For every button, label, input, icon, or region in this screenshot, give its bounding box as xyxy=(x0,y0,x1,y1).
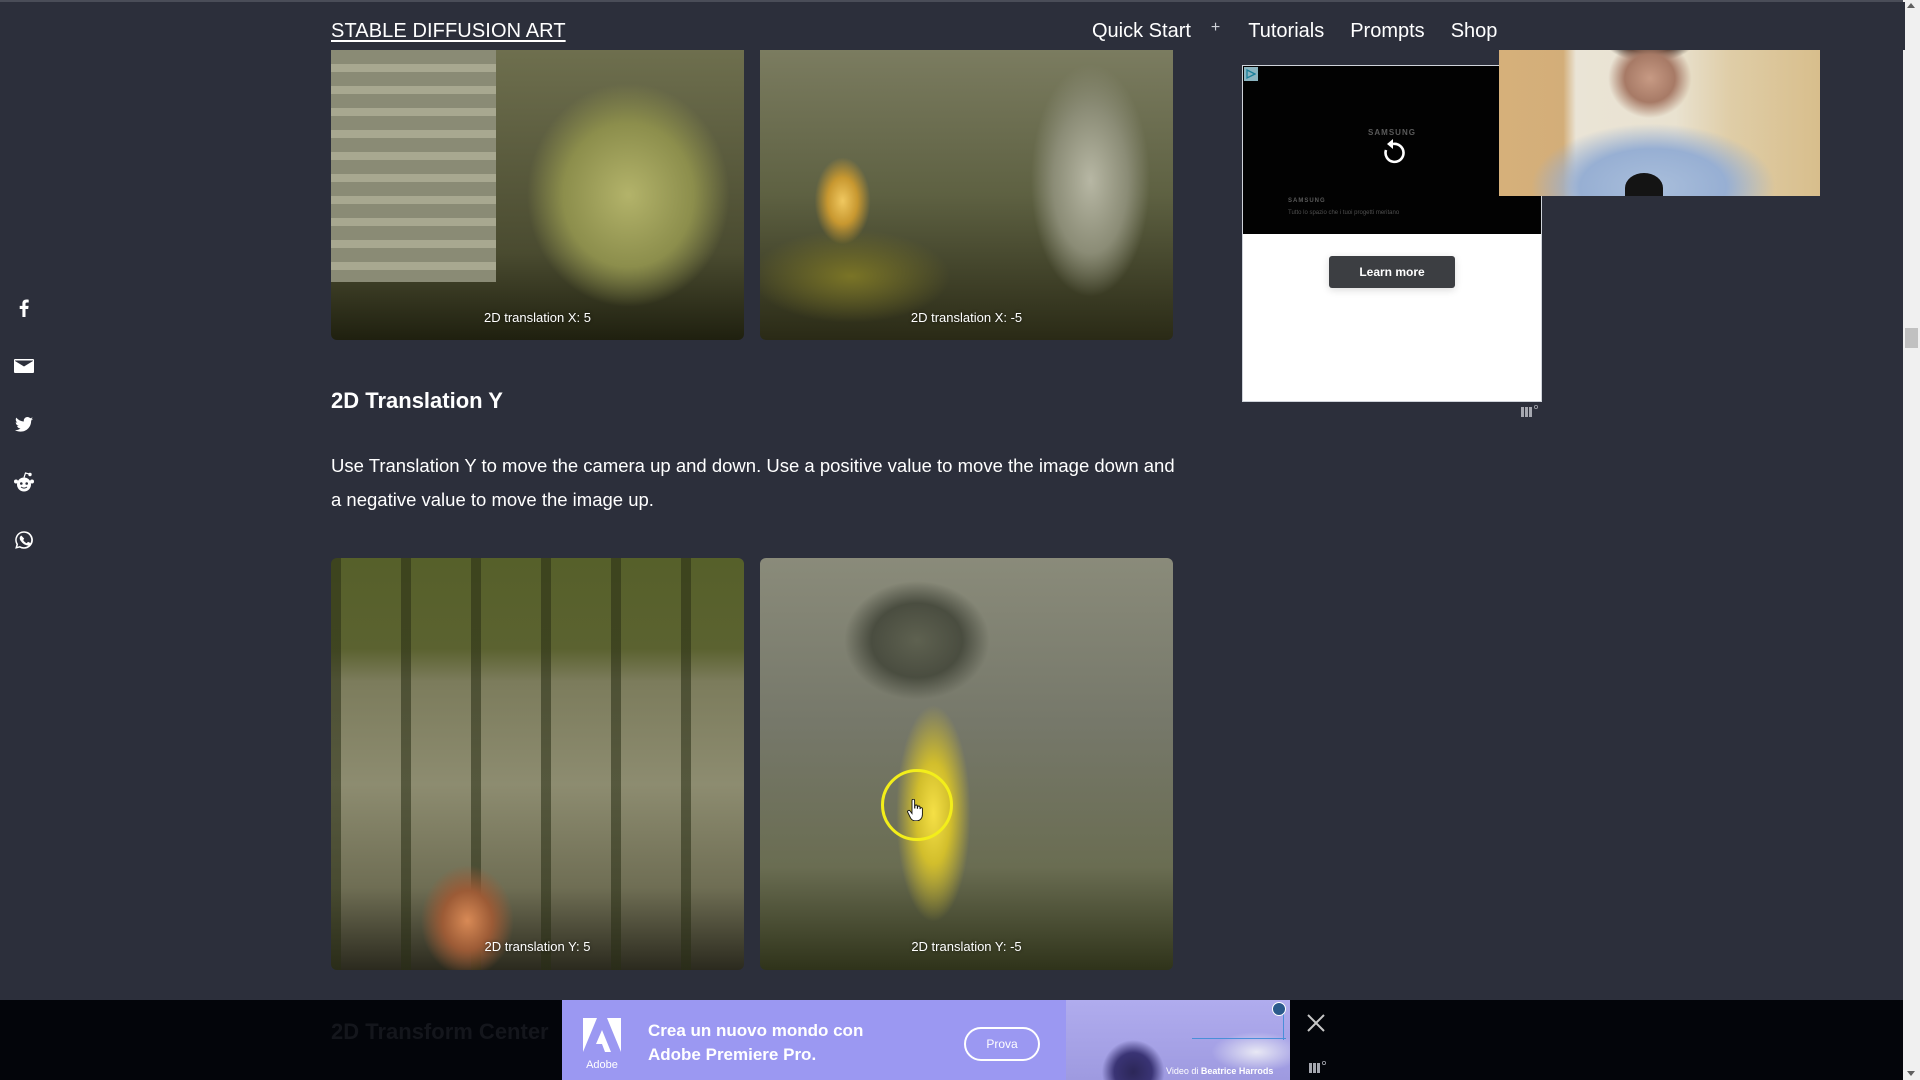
article-content: 2D translation X: 5 2D translation X: -5… xyxy=(331,50,1173,970)
adobe-ad-headline: Crea un nuovo mondo con Adobe Premiere P… xyxy=(648,1019,863,1067)
credit-name: Beatrice Harrods xyxy=(1200,1066,1274,1076)
ad-privacy-badge-icon[interactable] xyxy=(1272,1002,1286,1016)
share-facebook-button[interactable] xyxy=(10,294,38,322)
adobe-ad-image: Video di Beatrice Harrods xyxy=(1066,1000,1290,1080)
image-caption: 2D translation X: 5 xyxy=(484,310,591,325)
image-caption: 2D translation Y: -5 xyxy=(911,939,1022,954)
share-whatsapp-button[interactable] xyxy=(10,526,38,554)
microphone xyxy=(1625,173,1663,196)
adobe-ad-line2: Adobe Premiere Pro. xyxy=(648,1045,817,1064)
twitter-icon xyxy=(15,416,33,432)
nav-expand-icon[interactable]: + xyxy=(1211,19,1220,37)
scroll-thumb[interactable] xyxy=(1905,328,1918,348)
close-ad-icon[interactable] xyxy=(1306,1013,1326,1033)
scroll-up-arrow-icon[interactable] xyxy=(1907,3,1915,8)
page-scrollbar[interactable] xyxy=(1903,0,1920,1080)
ad-network-logo-icon xyxy=(1521,404,1538,417)
nav-shop[interactable]: Shop xyxy=(1451,20,1498,43)
ad-brand-small: SAMSUNG xyxy=(1288,198,1326,204)
credit-prefix: Video di xyxy=(1166,1066,1199,1076)
email-icon xyxy=(14,359,34,373)
ad-brand-logo: SAMSUNG xyxy=(1368,128,1416,137)
learn-more-button[interactable]: Learn more xyxy=(1329,256,1455,288)
adobe-logo-icon xyxy=(583,1018,621,1052)
gallery-image[interactable]: 2D translation Y: -5 xyxy=(760,558,1173,970)
adobe-ad-line1: Crea un nuovo mondo con xyxy=(648,1021,864,1040)
share-email-button[interactable] xyxy=(10,352,38,380)
ad-choices-icon[interactable] xyxy=(1244,67,1258,81)
site-title-link[interactable]: STABLE DIFFUSION ART xyxy=(331,20,566,43)
next-section-heading: 2D Transform Center xyxy=(331,1019,549,1044)
image-caption: 2D translation Y: 5 xyxy=(484,939,591,954)
share-reddit-button[interactable] xyxy=(10,468,38,496)
ad-video-player[interactable]: SAMSUNG SAMSUNG Tutto lo spazio che i tu… xyxy=(1243,66,1541,234)
section-heading: 2D Translation Y xyxy=(331,388,503,413)
section-paragraph: Use Translation Y to move the camera up … xyxy=(331,455,1175,510)
nav-tutorials[interactable]: Tutorials xyxy=(1248,20,1324,43)
hand-pointer-cursor-icon xyxy=(907,799,923,821)
social-share-bar xyxy=(10,294,38,584)
adobe-wordmark: Adobe xyxy=(586,1059,618,1071)
main-nav: Quick Start + Tutorials Prompts Shop xyxy=(1092,19,1498,43)
gallery-image[interactable]: 2D translation X: 5 xyxy=(331,50,744,340)
share-twitter-button[interactable] xyxy=(10,410,38,438)
selection-line xyxy=(1192,1038,1286,1039)
whatsapp-icon xyxy=(15,531,33,549)
gallery-image[interactable]: 2D translation X: -5 xyxy=(760,50,1173,340)
nav-prompts[interactable]: Prompts xyxy=(1350,20,1424,43)
adobe-banner-ad[interactable]: Adobe Crea un nuovo mondo con Adobe Prem… xyxy=(562,1000,1290,1080)
adobe-logo: Adobe xyxy=(580,1018,624,1074)
sidebar-advertisement: SAMSUNG SAMSUNG Tutto lo spazio che i tu… xyxy=(1242,65,1542,402)
ad-network-logo-icon xyxy=(1309,1060,1326,1073)
prova-button[interactable]: Prova xyxy=(964,1027,1040,1061)
gallery-translation-x: 2D translation X: 5 2D translation X: -5 xyxy=(331,50,1173,340)
nav-quick-start[interactable]: Quick Start xyxy=(1092,20,1191,43)
image-caption: 2D translation X: -5 xyxy=(910,310,1023,325)
ad-tagline: Tutto lo spazio che i tuoi progetti meri… xyxy=(1288,210,1400,216)
scroll-down-arrow-icon[interactable] xyxy=(1907,1071,1915,1076)
site-header: STABLE DIFFUSION ART Quick Start + Tutor… xyxy=(0,2,1905,50)
reddit-icon xyxy=(14,472,34,492)
video-credit: Video di Beatrice Harrods xyxy=(1166,1066,1273,1076)
gallery-image[interactable]: 2D translation Y: 5 xyxy=(331,558,744,970)
facebook-icon xyxy=(19,299,29,317)
gallery-translation-y: 2D translation Y: 5 2D translation Y: -5 xyxy=(331,558,1173,970)
replay-icon[interactable] xyxy=(1380,138,1406,166)
